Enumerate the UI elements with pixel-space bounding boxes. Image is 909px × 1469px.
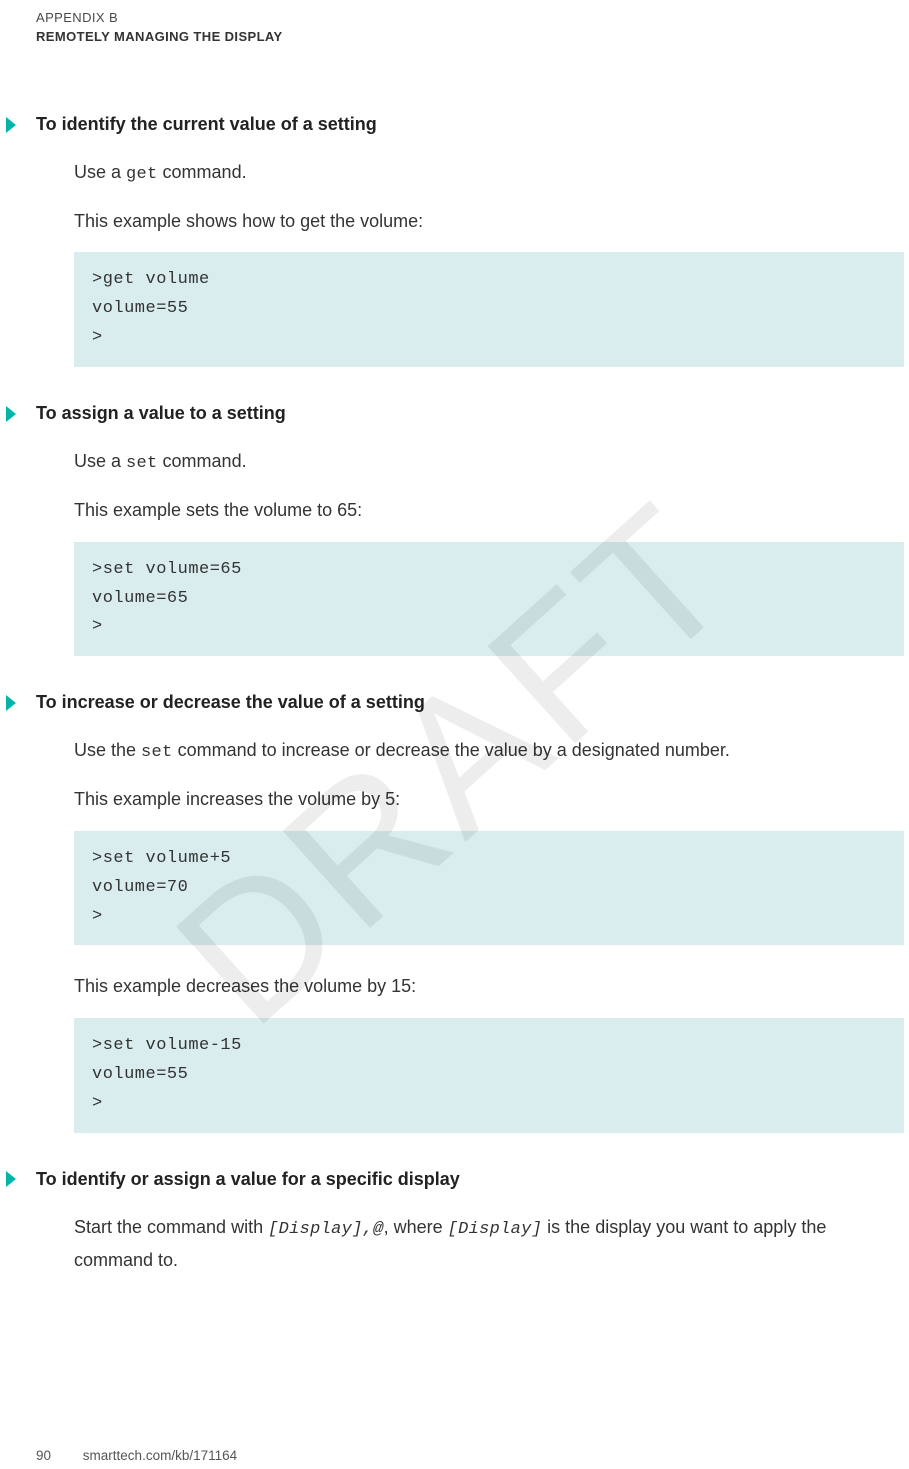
paragraph: Use a set command. [74,446,909,479]
text-run: command. [158,162,247,182]
text-run: This example sets the volume to 65: [74,500,362,520]
section-identify-current-value: To identify the current value of a setti… [36,114,909,367]
paragraph: This example shows how to get the volume… [74,206,909,237]
section-arrow-icon [6,117,16,133]
text-run: Use a [74,162,126,182]
code-block: >get volume volume=55 > [74,252,904,367]
text-run: command. [158,451,247,471]
inline-code: set [141,743,173,762]
text-run: This example decreases the volume by 15: [74,976,416,996]
paragraph: Start the command with [Display],@, wher… [74,1212,909,1275]
text-run: Start the command with [74,1217,268,1237]
section-increase-decrease: To increase or decrease the value of a s… [36,692,909,1132]
text-run: command to increase or decrease the valu… [173,740,730,760]
paragraph: Use a get command. [74,157,909,190]
paragraph: Use the set command to increase or decre… [74,735,909,768]
text-run: This example shows how to get the volume… [74,211,423,231]
page-title: REMOTELY MANAGING THE DISPLAY [36,29,909,44]
page-number: 90 [36,1448,51,1463]
section-title: To identify or assign a value for a spec… [36,1169,460,1190]
section-title: To assign a value to a setting [36,403,286,424]
footer-url: smarttech.com/kb/171164 [83,1448,237,1463]
paragraph: This example increases the volume by 5: [74,784,909,815]
text-run: Use the [74,740,141,760]
section-specific-display: To identify or assign a value for a spec… [36,1169,909,1275]
section-title: To identify the current value of a setti… [36,114,377,135]
section-arrow-icon [6,695,16,711]
code-block: >set volume=65 volume=65 > [74,542,904,657]
section-title: To increase or decrease the value of a s… [36,692,425,713]
section-assign-value: To assign a value to a setting Use a set… [36,403,909,656]
paragraph: This example decreases the volume by 15: [74,971,909,1002]
page-footer: 90 smarttech.com/kb/171164 [36,1448,237,1463]
inline-code: set [126,454,158,473]
code-block: >set volume-15 volume=55 > [74,1018,904,1133]
paragraph: This example sets the volume to 65: [74,495,909,526]
text-run: This example increases the volume by 5: [74,789,400,809]
code-block: >set volume+5 volume=70 > [74,831,904,946]
inline-code-italic: [Display],@ [268,1220,384,1239]
section-arrow-icon [6,406,16,422]
text-run: , where [384,1217,448,1237]
text-run: Use a [74,451,126,471]
inline-code: get [126,165,158,184]
appendix-label: APPENDIX B [36,10,909,25]
section-arrow-icon [6,1171,16,1187]
inline-code-italic: [Display] [448,1220,543,1239]
